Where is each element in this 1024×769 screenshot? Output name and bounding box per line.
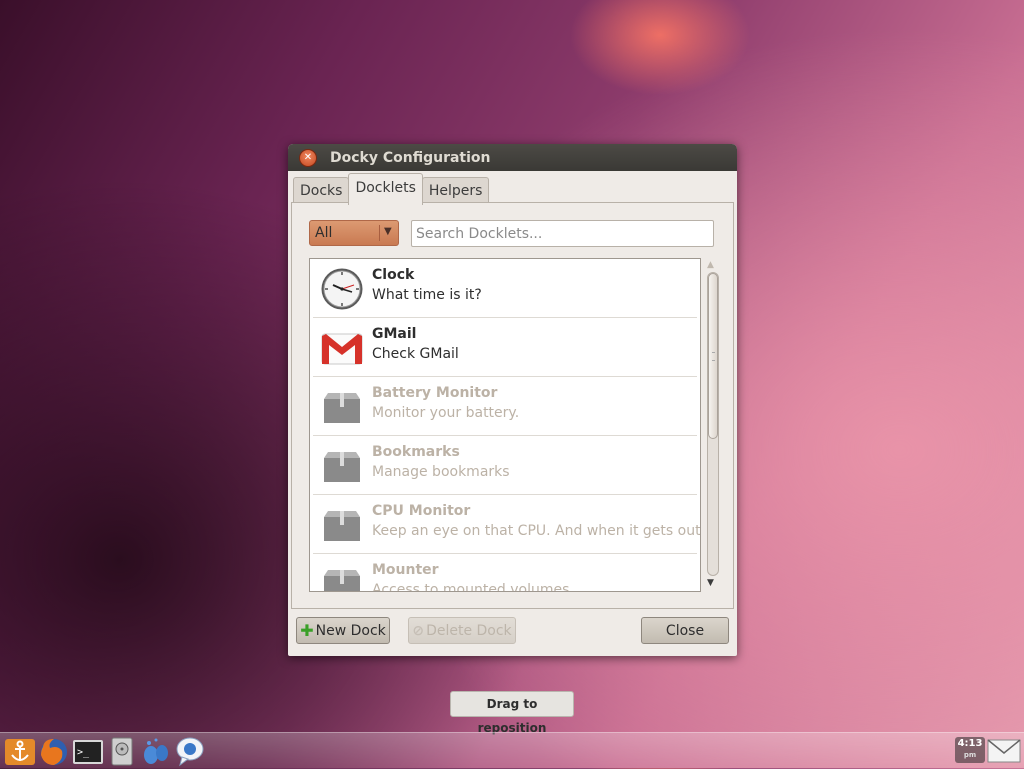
pidgin-icon[interactable]: [140, 735, 172, 767]
close-button[interactable]: Close: [641, 617, 729, 644]
disk-icon[interactable]: [106, 735, 138, 767]
search-docklets-input[interactable]: [411, 220, 714, 247]
new-dock-label: New Dock: [315, 622, 386, 639]
package-icon: [324, 452, 360, 482]
dropdown-separator: [379, 225, 380, 241]
docklet-list[interactable]: Clock What time is it? GMail Check GMail: [309, 258, 701, 592]
docklet-description: Check GMail: [372, 346, 459, 362]
delete-dock-label: Delete Dock: [426, 622, 512, 639]
docklet-description: What time is it?: [372, 287, 482, 303]
grip-icon: [712, 352, 715, 361]
docklet-description: Access to mounted volumes: [372, 582, 570, 592]
terminal-icon[interactable]: >_: [72, 735, 104, 767]
scroll-thumb[interactable]: [708, 273, 718, 439]
filter-selected-value: All: [315, 225, 333, 241]
docklets-panel: All ▼ Clock: [291, 202, 734, 609]
docklet-name: Bookmarks: [372, 444, 460, 460]
tab-helpers[interactable]: Helpers: [421, 177, 490, 204]
list-item-gmail[interactable]: GMail Check GMail: [313, 318, 697, 377]
docklet-name: CPU Monitor: [372, 503, 471, 519]
list-item-mounter[interactable]: Mounter Access to mounted volumes: [313, 554, 697, 592]
dock-bar: >_: [0, 732, 1024, 769]
docklet-name: Clock: [372, 267, 415, 283]
docklet-description: Monitor your battery.: [372, 405, 520, 421]
scroll-up-arrow-icon[interactable]: ▲: [707, 260, 714, 270]
mail-icon[interactable]: [987, 735, 1021, 767]
package-icon: [324, 511, 360, 541]
list-scrollbar[interactable]: ▲ ▼: [704, 258, 720, 592]
gmail-icon: [321, 333, 363, 365]
list-item-battery-monitor[interactable]: Battery Monitor Monitor your battery.: [313, 377, 697, 436]
docklet-name: Mounter: [372, 562, 439, 578]
scroll-down-arrow-icon[interactable]: ▼: [707, 578, 714, 588]
plus-icon: ✚: [300, 621, 314, 640]
chevron-down-icon: ▼: [384, 226, 392, 237]
clock-icon: [321, 268, 363, 310]
docky-configuration-window: ✕ Docky Configuration Docks Docklets Hel…: [288, 144, 737, 656]
delete-dock-button[interactable]: ⊘ Delete Dock: [408, 617, 516, 644]
new-dock-button[interactable]: ✚ New Dock: [296, 617, 390, 644]
delete-icon: ⊘: [412, 622, 425, 639]
dock-clock[interactable]: 4:13 pm: [955, 737, 985, 763]
tab-docklets[interactable]: Docklets: [348, 173, 423, 205]
filter-dropdown[interactable]: All ▼: [309, 220, 399, 246]
anchor-icon[interactable]: [4, 735, 36, 767]
list-item-clock[interactable]: Clock What time is it?: [313, 259, 697, 318]
docklet-name: GMail: [372, 326, 417, 342]
scroll-track[interactable]: [707, 272, 719, 576]
list-item-cpu-monitor[interactable]: CPU Monitor Keep an eye on that CPU. And…: [313, 495, 700, 554]
close-icon[interactable]: ✕: [299, 148, 317, 167]
docklet-name: Battery Monitor: [372, 385, 498, 401]
close-label: Close: [665, 622, 705, 639]
svg-text:>_: >_: [77, 747, 90, 758]
firefox-icon[interactable]: [38, 735, 70, 767]
tab-docks[interactable]: Docks: [293, 177, 350, 204]
dock-clock-suffix: pm: [963, 751, 977, 759]
docklet-description: Manage bookmarks: [372, 464, 510, 480]
window-title: Docky Configuration: [330, 149, 491, 166]
drag-tooltip: Drag to reposition: [450, 691, 574, 735]
title-bar[interactable]: ✕ Docky Configuration: [288, 144, 737, 171]
list-item-bookmarks[interactable]: Bookmarks Manage bookmarks: [313, 436, 697, 495]
package-icon: [324, 393, 360, 423]
chat-icon[interactable]: [174, 735, 206, 767]
dock-clock-time: 4:13: [957, 738, 983, 749]
package-icon: [324, 570, 360, 591]
docklet-description: Keep an eye on that CPU. And when it get…: [372, 523, 701, 539]
tab-bar: Docks Docklets Helpers: [293, 173, 490, 205]
